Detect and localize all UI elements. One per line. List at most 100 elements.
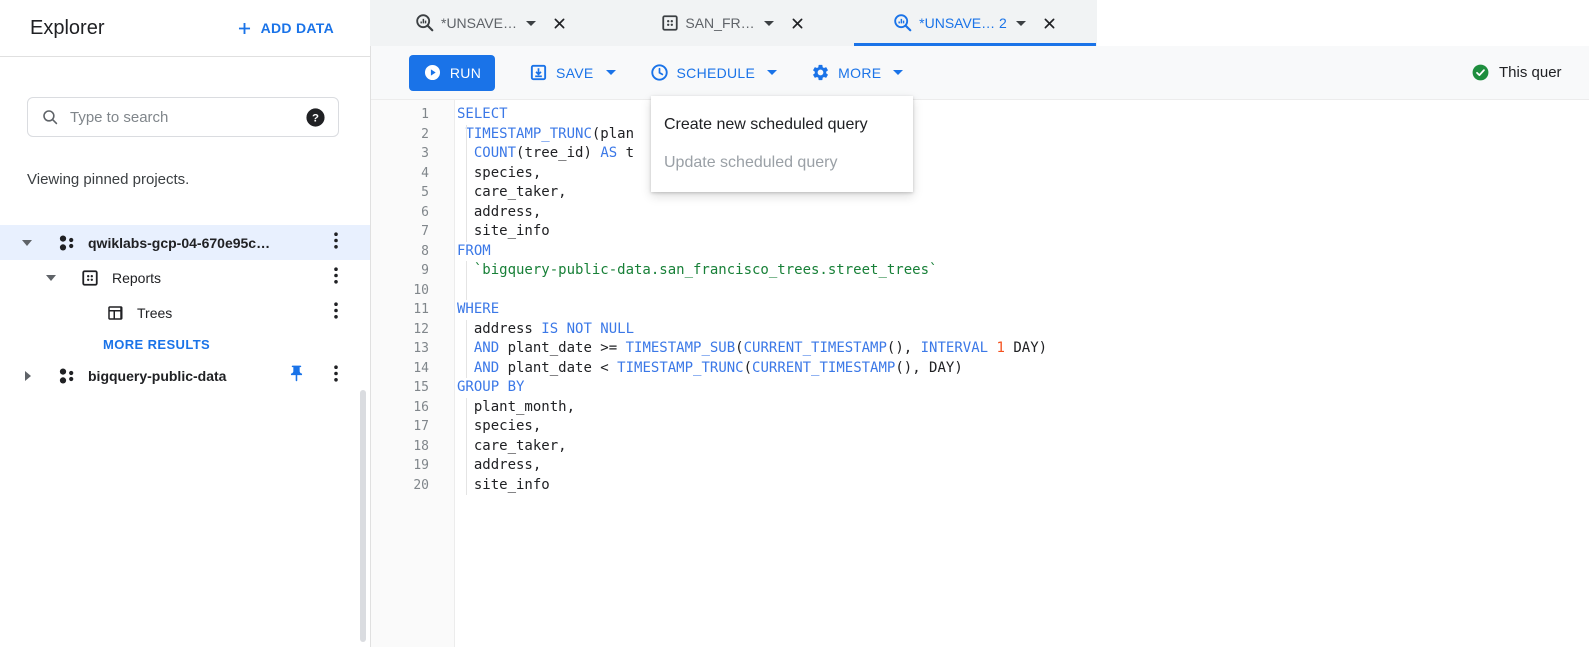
code-line[interactable]: 9 `bigquery-public-data.san_francisco_tr… — [371, 261, 1589, 281]
sql-editor[interactable]: 1 SELECT 2 TIMESTAMP_TRUNC(plan 3 COUNT(tre… — [371, 100, 1589, 647]
line-number: 11 — [413, 302, 429, 317]
tab-strip: *UNSAVE… SAN_FR… *UNSAVE… 2 — [370, 0, 1589, 46]
more-label: MORE — [838, 64, 882, 81]
menu-item-update-scheduled-query: Update scheduled query — [664, 154, 838, 171]
code-line[interactable]: 17 species, — [371, 417, 1589, 437]
run-label: RUN — [449, 64, 482, 81]
dataset-icon — [661, 14, 679, 32]
code-line[interactable]: 1 SELECT — [371, 105, 1589, 125]
status-text: This quer — [1499, 64, 1562, 81]
line-number: 7 — [421, 224, 429, 239]
explorer-title: Explorer — [30, 16, 105, 39]
code-line[interactable]: 14 AND plant_date < TIMESTAMP_TRUNC(CURR… — [371, 358, 1589, 379]
expander-expand-icon[interactable] — [25, 370, 31, 381]
line-number: 16 — [413, 399, 429, 415]
chevron-down-icon[interactable] — [763, 20, 774, 26]
search-box[interactable]: ? — [27, 97, 339, 137]
kebab-menu-icon[interactable] — [334, 364, 338, 387]
code-text: address IS NOT NULL — [457, 319, 634, 340]
save-button[interactable]: SAVE — [529, 63, 616, 82]
code-text: address, — [457, 202, 541, 223]
save-label: SAVE — [556, 64, 594, 81]
code-line[interactable]: 20 site_info — [371, 475, 1589, 496]
chevron-down-icon — [767, 70, 778, 75]
code-line[interactable]: 12 address IS NOT NULL — [371, 319, 1589, 340]
query-validation-status: This quer — [1471, 46, 1562, 99]
code-text: species, — [457, 163, 541, 184]
kebab-menu-icon[interactable] — [334, 266, 338, 289]
more-button[interactable]: MORE — [811, 63, 904, 82]
tab-label: *UNSAVE… — [441, 15, 517, 31]
tree-row-dataset-reports[interactable]: Reports — [0, 260, 370, 295]
kebab-menu-icon[interactable] — [334, 301, 338, 324]
line-number: 13 — [413, 341, 429, 356]
line-number: 20 — [413, 477, 429, 493]
line-number: 18 — [413, 438, 429, 454]
expander-collapse-icon[interactable] — [22, 239, 32, 246]
chevron-down-icon[interactable] — [1015, 20, 1026, 26]
line-number: 8 — [421, 243, 429, 259]
schedule-label: SCHEDULE — [676, 64, 756, 81]
chevron-down-icon — [605, 70, 616, 75]
add-data-button[interactable]: ADD DATA — [236, 20, 334, 37]
chevron-down-icon[interactable] — [525, 20, 536, 26]
search-help-icon[interactable]: ? — [305, 107, 326, 128]
tab-unsaved-query-2[interactable]: *UNSAVE… 2 — [854, 0, 1096, 46]
line-number: 4 — [421, 165, 429, 181]
code-text: TIMESTAMP_TRUNC(plan — [457, 124, 634, 145]
code-line[interactable]: 16 plant_month, — [371, 397, 1589, 418]
code-lines: 1 SELECT 2 TIMESTAMP_TRUNC(plan 3 COUNT(tre… — [371, 105, 1589, 495]
tree-row-project-qwiklabs[interactable]: qwiklabs-gcp-04-670e95c… — [0, 225, 370, 260]
schedule-dropdown-menu: Create new scheduled query Update schedu… — [651, 96, 913, 192]
tab-label: *UNSAVE… 2 — [919, 15, 1007, 31]
code-line[interactable]: 8 FROM — [371, 242, 1589, 262]
code-line[interactable]: 2 TIMESTAMP_TRUNC(plan — [371, 124, 1589, 145]
project-name: bigquery-public-data — [88, 367, 227, 384]
code-line[interactable]: 5 care_taker, — [371, 183, 1589, 203]
code-line[interactable]: 7 site_info — [371, 222, 1589, 242]
code-text: care_taker, — [457, 436, 567, 457]
line-number: 14 — [413, 360, 429, 376]
sidebar-scrollbar[interactable] — [360, 390, 366, 642]
code-line[interactable]: 11 WHERE — [371, 300, 1589, 320]
explorer-header: Explorer ADD DATA — [0, 0, 370, 57]
code-text — [457, 280, 474, 301]
line-number: 19 — [413, 458, 429, 473]
code-line[interactable]: 6 address, — [371, 202, 1589, 223]
code-text: GROUP BY — [457, 379, 525, 395]
line-number: 9 — [421, 263, 429, 278]
code-line[interactable]: 13 AND plant_date >= TIMESTAMP_SUB(CURRE… — [371, 339, 1589, 359]
tab-san-francisco-dataset[interactable]: SAN_FR… — [612, 0, 854, 46]
tree-row-table-trees[interactable]: Trees — [0, 295, 370, 330]
chevron-down-icon — [893, 70, 904, 75]
search-input[interactable] — [70, 108, 305, 126]
main-area: *UNSAVE… SAN_FR… *UNSAVE… 2 RUN SAVE SCH… — [370, 0, 1589, 647]
close-icon[interactable] — [1042, 16, 1057, 31]
pin-icon[interactable] — [287, 364, 306, 388]
code-line[interactable]: 15 GROUP BY — [371, 378, 1589, 398]
run-button[interactable]: RUN — [409, 54, 495, 91]
tree-row-project-bigquery-public-data[interactable]: bigquery-public-data — [0, 358, 370, 393]
query-toolbar: RUN SAVE SCHEDULE MORE This quer — [371, 46, 1589, 100]
code-line[interactable]: 3 COUNT(tree_id) AS t — [371, 144, 1589, 164]
code-text: plant_month, — [457, 397, 575, 418]
close-icon[interactable] — [552, 16, 567, 31]
line-number: 1 — [421, 107, 429, 122]
code-text: site_info — [457, 222, 550, 242]
project-icon — [57, 233, 77, 253]
schedule-button[interactable]: SCHEDULE — [650, 63, 778, 82]
code-line[interactable]: 10 — [371, 280, 1589, 301]
tab-unsaved-query-1[interactable]: *UNSAVE… — [370, 0, 612, 46]
code-line[interactable]: 19 address, — [371, 456, 1589, 476]
pinned-projects-note: Viewing pinned projects. — [27, 171, 190, 188]
kebab-menu-icon[interactable] — [334, 231, 338, 254]
code-line[interactable]: 4 species, — [371, 163, 1589, 184]
code-line[interactable]: 18 care_taker, — [371, 436, 1589, 457]
close-icon[interactable] — [790, 16, 805, 31]
explorer-sidebar: Explorer ADD DATA ? Viewing pinned proje… — [0, 0, 370, 647]
menu-item-create-scheduled-query[interactable]: Create new scheduled query — [651, 106, 913, 144]
more-results-link[interactable]: MORE RESULTS — [0, 330, 370, 358]
expander-collapse-icon[interactable] — [46, 274, 56, 281]
table-name: Trees — [137, 304, 173, 321]
line-number: 12 — [413, 321, 429, 337]
